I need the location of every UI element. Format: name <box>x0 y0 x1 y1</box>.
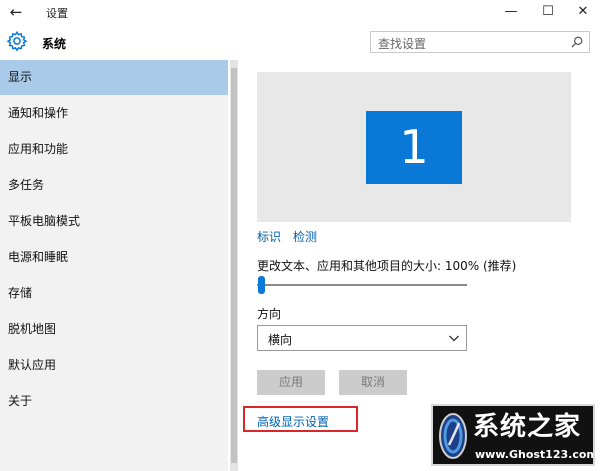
watermark: 系统之家 www.Ghost123.com <box>431 404 595 466</box>
sidebar-item-power-sleep[interactable]: 电源和睡眠 <box>0 240 228 275</box>
identify-link[interactable]: 标识 <box>257 228 281 245</box>
maximize-button[interactable]: ☐ <box>531 0 565 24</box>
orientation-label: 方向 <box>257 307 282 321</box>
close-button[interactable]: ✕ <box>566 0 600 24</box>
advanced-display-settings-link[interactable]: 高级显示设置 <box>257 413 329 430</box>
gear-icon <box>6 30 28 52</box>
watermark-url: www.Ghost123.com <box>475 448 595 461</box>
title-bar: ← 设置 — ☐ ✕ <box>0 0 600 24</box>
watermark-logo-icon <box>439 413 467 459</box>
sidebar-scrollbar[interactable] <box>230 60 238 471</box>
sidebar-item-tablet-mode[interactable]: 平板电脑模式 <box>0 204 228 239</box>
page-title: 系统 <box>42 37 67 51</box>
search-placeholder: 查找设置 <box>378 37 427 51</box>
scale-label: 更改文本、应用和其他项目的大小: 100% (推荐) <box>257 259 517 273</box>
window-title: 设置 <box>46 7 68 20</box>
sidebar-item-display[interactable]: 显示 <box>0 60 228 95</box>
sidebar-item-storage[interactable]: 存储 <box>0 276 228 311</box>
slider-track <box>257 284 467 286</box>
slider-thumb[interactable] <box>258 276 265 294</box>
minimize-button[interactable]: — <box>494 0 528 24</box>
detect-link[interactable]: 检测 <box>293 228 317 245</box>
sidebar-item-multitasking[interactable]: 多任务 <box>0 168 228 203</box>
scale-slider[interactable] <box>257 276 467 294</box>
apply-button[interactable]: 应用 <box>257 370 325 395</box>
sidebar-item-offline-maps[interactable]: 脱机地图 <box>0 312 228 347</box>
chevron-down-icon <box>449 335 459 342</box>
page-header: 系统 查找设置 <box>0 24 600 60</box>
monitor-tile[interactable]: 1 <box>366 111 462 184</box>
sidebar-item-apps[interactable]: 应用和功能 <box>0 132 228 167</box>
watermark-title: 系统之家 <box>473 412 582 442</box>
sidebar-item-default-apps[interactable]: 默认应用 <box>0 348 228 383</box>
orientation-dropdown[interactable]: 横向 <box>257 325 467 351</box>
sidebar: 显示 通知和操作 应用和功能 多任务 平板电脑模式 电源和睡眠 存储 脱机地图 … <box>0 60 228 471</box>
back-arrow-icon[interactable]: ← <box>6 2 26 22</box>
sidebar-scroll-thumb[interactable] <box>231 68 237 463</box>
cancel-button[interactable]: 取消 <box>339 370 407 395</box>
search-input[interactable]: 查找设置 <box>370 31 590 53</box>
sidebar-item-about[interactable]: 关于 <box>0 384 228 419</box>
orientation-value: 横向 <box>268 333 293 347</box>
sidebar-item-notifications[interactable]: 通知和操作 <box>0 96 228 131</box>
search-icon[interactable] <box>571 36 583 48</box>
